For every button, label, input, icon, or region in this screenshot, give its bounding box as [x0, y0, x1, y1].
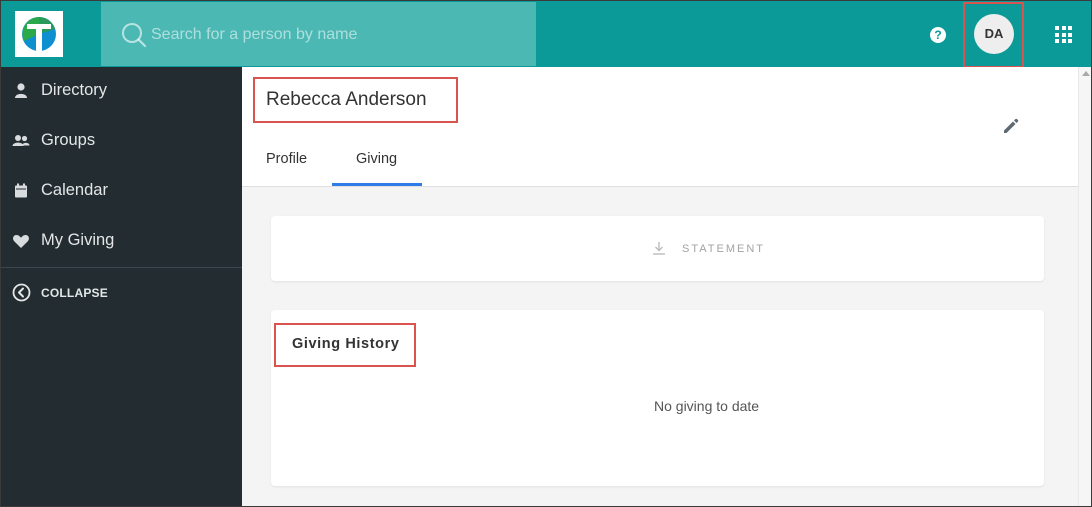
church-logo[interactable] — [15, 11, 63, 57]
calendar-icon — [15, 183, 27, 198]
person-name: Rebecca Anderson — [266, 89, 427, 110]
sidebar-divider — [1, 267, 242, 268]
sidebar-item-groups[interactable]: Groups — [1, 117, 242, 165]
sidebar-item-label: Directory — [41, 81, 108, 99]
pencil-icon[interactable] — [1001, 116, 1021, 136]
scroll-up-arrow-icon[interactable] — [1082, 71, 1090, 76]
heart-icon — [13, 235, 29, 248]
sidebar-item-label: Calendar — [41, 181, 108, 199]
people-icon — [12, 135, 30, 146]
sidebar-item-calendar[interactable]: Calendar — [1, 167, 242, 215]
vertical-scrollbar[interactable] — [1078, 67, 1091, 506]
chevron-left-circle-icon — [12, 283, 31, 302]
help-icon[interactable]: ? — [930, 27, 946, 43]
collapse-label: COLLAPSE — [41, 286, 108, 300]
user-avatar[interactable]: DA — [974, 14, 1014, 54]
collapse-button[interactable]: COLLAPSE — [1, 277, 242, 309]
app-frame: ? DA Directory Groups — [0, 0, 1092, 507]
sidebar-item-label: My Giving — [41, 231, 115, 249]
giving-history-title: Giving History — [292, 336, 400, 352]
download-icon — [653, 242, 665, 255]
active-tab-indicator — [332, 183, 422, 186]
search-icon — [122, 23, 147, 48]
person-icon — [15, 83, 27, 98]
sidebar-item-label: Groups — [41, 131, 96, 149]
search-input[interactable] — [151, 23, 521, 47]
logo-icon — [22, 17, 56, 51]
sidebar-item-directory[interactable]: Directory — [1, 67, 242, 115]
tab-profile[interactable]: Profile — [266, 151, 307, 167]
apps-grid-icon[interactable] — [1055, 26, 1072, 43]
sidebar-item-my-giving[interactable]: My Giving — [1, 217, 242, 265]
empty-state-message: No giving to date — [654, 398, 760, 414]
statement-label: STATEMENT — [682, 243, 765, 255]
tab-giving[interactable]: Giving — [356, 151, 397, 167]
